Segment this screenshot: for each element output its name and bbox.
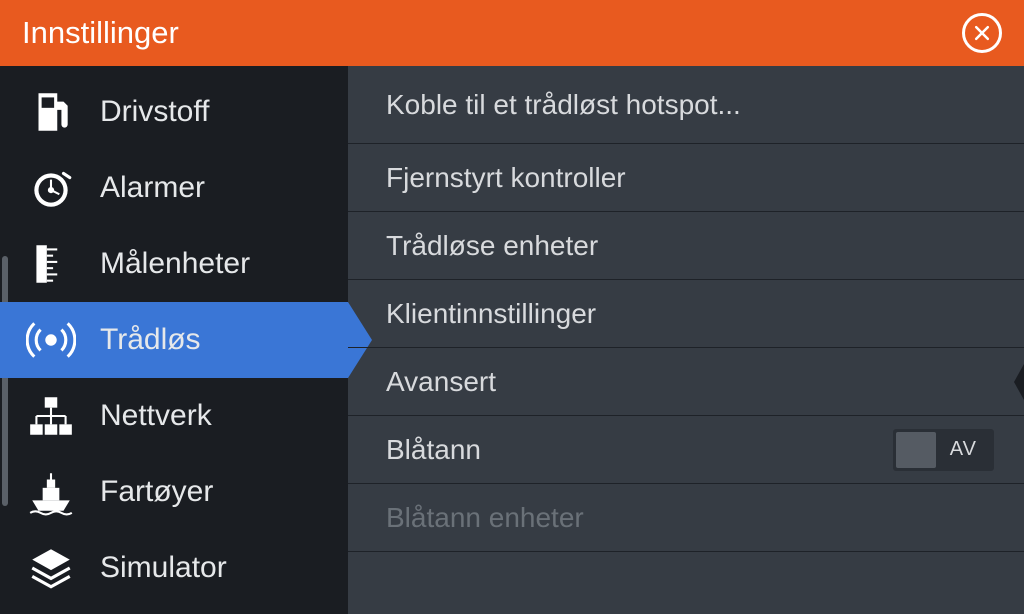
sidebar-item-label: Fartøyer bbox=[100, 475, 213, 509]
list-item-label: Klientinnstillinger bbox=[386, 298, 596, 330]
toggle-handle bbox=[896, 432, 936, 468]
close-icon bbox=[972, 23, 992, 43]
page-title: Innstillinger bbox=[22, 15, 179, 51]
sidebar-item-nettverk[interactable]: Nettverk bbox=[0, 378, 348, 454]
sidebar-item-fartoyer[interactable]: Fartøyer bbox=[0, 454, 348, 530]
list-item-label: Trådløse enheter bbox=[386, 230, 598, 262]
list-item-connect-hotspot[interactable]: Koble til et trådløst hotspot... bbox=[348, 66, 1024, 144]
network-icon bbox=[26, 391, 76, 441]
alarm-icon bbox=[26, 163, 76, 213]
chevron-right-icon bbox=[1014, 364, 1024, 400]
fuel-icon bbox=[26, 87, 76, 137]
list-item-wireless-devices[interactable]: Trådløse enheter bbox=[348, 212, 1024, 280]
sidebar-item-alarmer[interactable]: Alarmer bbox=[0, 150, 348, 226]
list-item-label: Blåtann bbox=[386, 434, 481, 466]
sidebar-item-label: Alarmer bbox=[100, 171, 205, 205]
vessel-icon bbox=[26, 467, 76, 517]
sidebar-item-label: Målenheter bbox=[100, 247, 250, 281]
sidebar-item-label: Trådløs bbox=[100, 323, 201, 357]
sidebar-item-simulator[interactable]: Simulator bbox=[0, 530, 348, 606]
bluetooth-toggle[interactable]: AV bbox=[893, 429, 994, 471]
list-item-label: Avansert bbox=[386, 366, 496, 398]
sidebar-item-malenheter[interactable]: Målenheter bbox=[0, 226, 348, 302]
list-item-label: Koble til et trådløst hotspot... bbox=[386, 89, 741, 121]
sidebar-item-tradlos[interactable]: Trådløs bbox=[0, 302, 348, 378]
list-item-bluetooth-devices: Blåtann enheter bbox=[348, 484, 1024, 552]
sidebar-item-drivstoff[interactable]: Drivstoff bbox=[0, 74, 348, 150]
list-item-advanced[interactable]: Avansert bbox=[348, 348, 1024, 416]
content: Drivstoff Alarmer Målenheter Trådløs Net bbox=[0, 66, 1024, 614]
list-item-bluetooth[interactable]: Blåtann AV bbox=[348, 416, 1024, 484]
sidebar-item-label: Simulator bbox=[100, 551, 227, 585]
sidebar: Drivstoff Alarmer Målenheter Trådløs Net bbox=[0, 66, 348, 614]
sidebar-item-label: Nettverk bbox=[100, 399, 212, 433]
header: Innstillinger bbox=[0, 0, 1024, 66]
list-item-label: Blåtann enheter bbox=[386, 502, 584, 534]
ruler-icon bbox=[26, 239, 76, 289]
list-item-remote-controllers[interactable]: Fjernstyrt kontroller bbox=[348, 144, 1024, 212]
close-button[interactable] bbox=[962, 13, 1002, 53]
wireless-icon bbox=[26, 315, 76, 365]
toggle-state-label: AV bbox=[936, 438, 991, 461]
sidebar-item-label: Drivstoff bbox=[100, 95, 209, 129]
layers-icon bbox=[26, 543, 76, 593]
main-panel: Koble til et trådløst hotspot... Fjernst… bbox=[348, 66, 1024, 614]
list-item-client-settings[interactable]: Klientinnstillinger bbox=[348, 280, 1024, 348]
list-item-label: Fjernstyrt kontroller bbox=[386, 162, 626, 194]
